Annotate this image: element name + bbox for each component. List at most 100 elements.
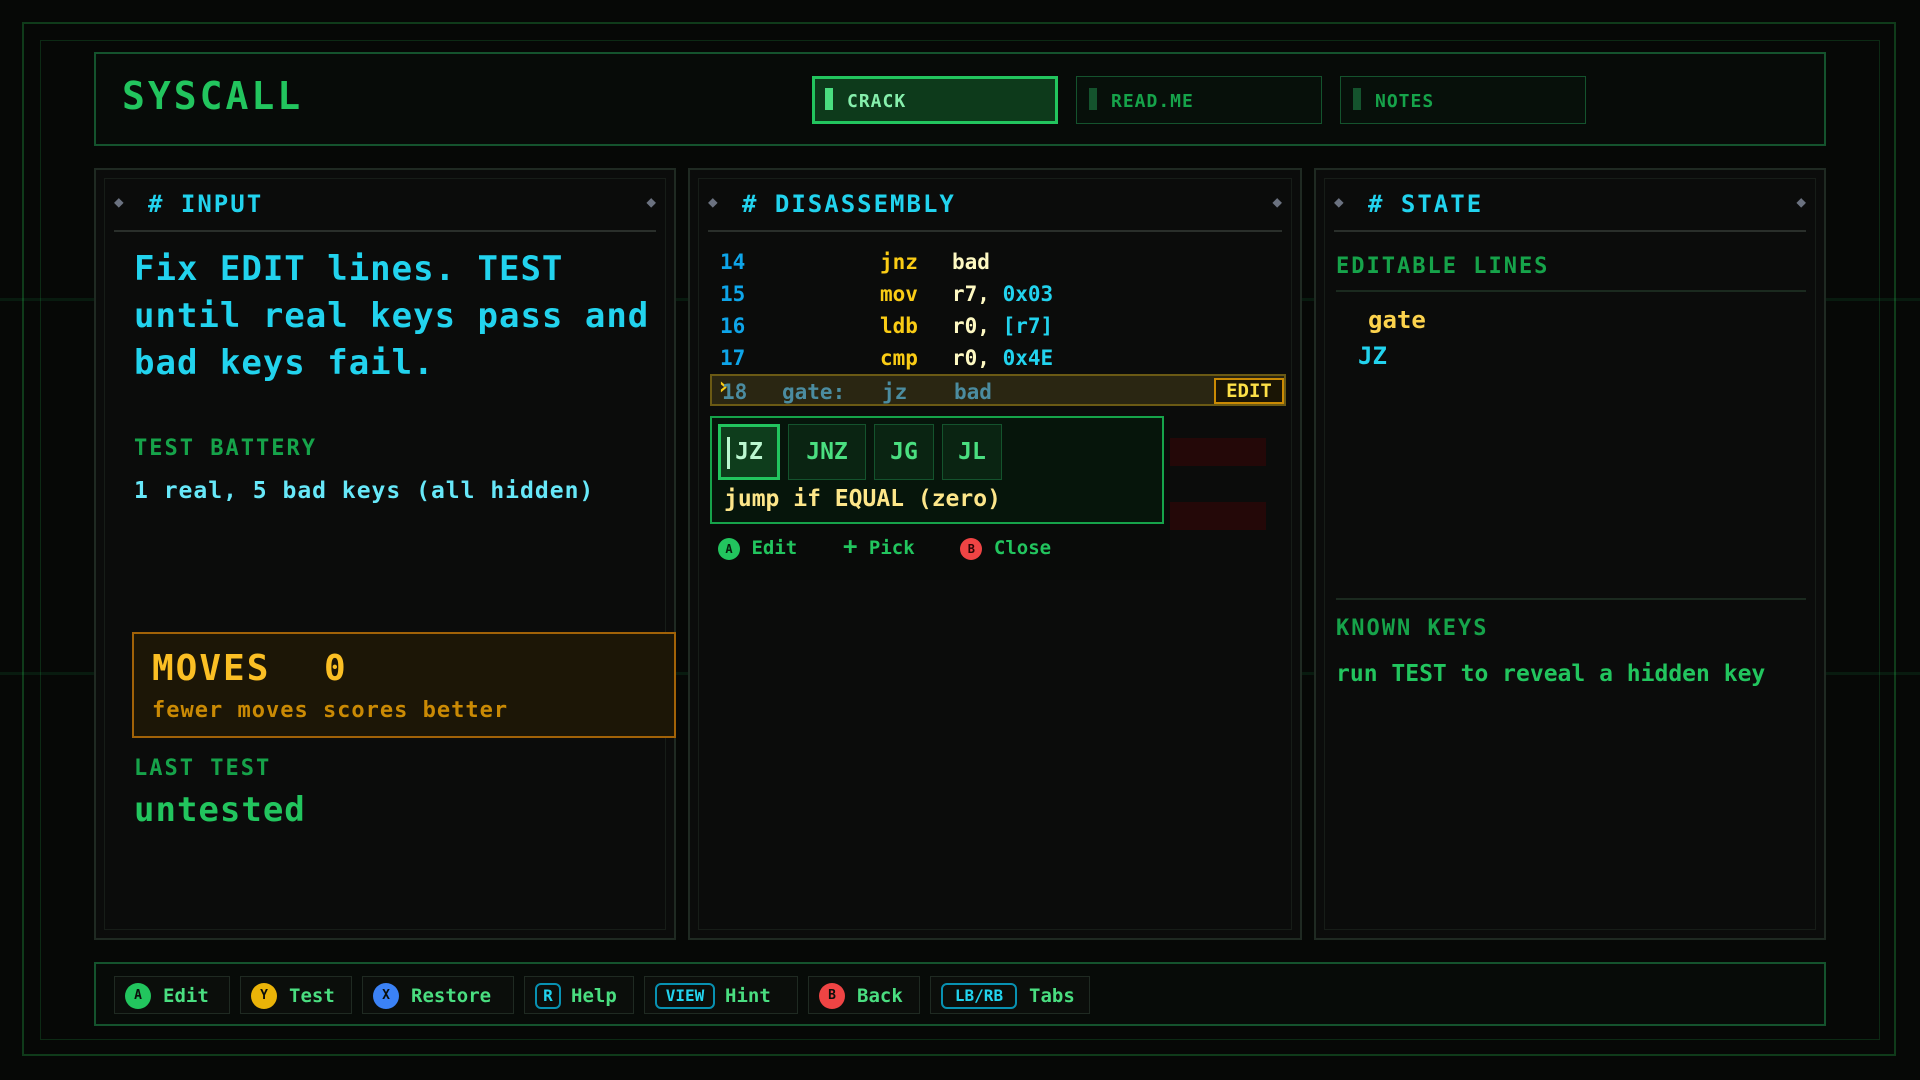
panel-title: # INPUT bbox=[148, 190, 264, 218]
hint-label: Edit bbox=[751, 537, 798, 559]
editable-line-name: gate bbox=[1368, 306, 1426, 334]
tab-crack[interactable]: CRACK bbox=[812, 76, 1058, 124]
diamond-icon: ◆ bbox=[114, 192, 124, 211]
test-control[interactable]: Y Test bbox=[240, 976, 352, 1014]
option-jnz[interactable]: JNZ bbox=[788, 424, 866, 480]
opcode: mov bbox=[880, 282, 918, 306]
asm-line[interactable]: 17 cmp r0, 0x4E bbox=[710, 342, 1270, 374]
line-label: gate: bbox=[782, 380, 846, 404]
last-test-label: LAST TEST bbox=[134, 756, 272, 781]
help-control[interactable]: R Help bbox=[524, 976, 634, 1014]
last-test-value: untested bbox=[134, 790, 306, 830]
divider bbox=[1336, 290, 1806, 292]
panel-header: ◆ # DISASSEMBLY ◆ bbox=[708, 180, 1282, 232]
tab-indicator bbox=[1089, 88, 1097, 110]
control-label: Test bbox=[289, 985, 335, 1007]
tab-readme[interactable]: READ.ME bbox=[1076, 76, 1322, 124]
diamond-icon: ◆ bbox=[1272, 192, 1282, 211]
tab-indicator bbox=[825, 88, 833, 110]
control-label: Edit bbox=[163, 985, 209, 1007]
hidden-line bbox=[1170, 502, 1266, 530]
test-battery-text: 1 real, 5 bad keys (all hidden) bbox=[134, 478, 595, 504]
moves-label: MOVES bbox=[152, 648, 271, 689]
input-panel: ◆ # INPUT ◆ Fix EDIT lines. TEST until r… bbox=[94, 168, 676, 940]
dpad-icon: + bbox=[842, 532, 858, 560]
asm-line-selected[interactable]: › 18 gate: jz bad EDIT bbox=[710, 372, 1286, 406]
tab-label: READ.ME bbox=[1111, 91, 1194, 112]
editable-lines-label: EDITABLE LINES bbox=[1336, 254, 1550, 279]
asm-line[interactable]: 14 jnz bad bbox=[710, 246, 1270, 278]
known-keys-text: run TEST to reveal a hidden key bbox=[1336, 661, 1766, 687]
operand: r7, 0x03 bbox=[952, 282, 1054, 306]
app-title: SYSCALL bbox=[122, 74, 304, 118]
operand: r0, 0x4E bbox=[952, 346, 1054, 370]
hint-control[interactable]: VIEW Hint bbox=[644, 976, 798, 1014]
view-button-icon: VIEW bbox=[655, 983, 715, 1009]
opcode: jz bbox=[882, 380, 908, 404]
control-label: Back bbox=[857, 985, 903, 1007]
y-button-icon: Y bbox=[251, 983, 277, 1009]
line-number: 16 bbox=[720, 314, 746, 338]
b-button-icon: B bbox=[819, 983, 845, 1009]
b-button-icon: B bbox=[960, 537, 983, 560]
line-number: 18 bbox=[722, 380, 748, 404]
opcode: ldb bbox=[880, 314, 918, 338]
diamond-icon: ◆ bbox=[646, 192, 656, 211]
option-jz[interactable]: JZ bbox=[718, 424, 780, 480]
panel-header: ◆ # INPUT ◆ bbox=[114, 180, 656, 232]
editable-line-value: JZ bbox=[1358, 342, 1387, 370]
option-jl[interactable]: JL bbox=[942, 424, 1002, 480]
r-button-icon: R bbox=[535, 983, 561, 1009]
hint-label: Close bbox=[993, 537, 1052, 559]
panel-title: # DISASSEMBLY bbox=[742, 190, 956, 218]
asm-line[interactable]: 16 ldb r0, [r7] bbox=[710, 310, 1270, 342]
panel-title: # STATE bbox=[1368, 190, 1484, 218]
operand: r0, [r7] bbox=[952, 314, 1054, 338]
a-button-icon: A bbox=[718, 537, 740, 560]
moves-value: 0 bbox=[324, 648, 346, 689]
moves-hint: fewer moves scores better bbox=[152, 698, 509, 723]
hidden-line bbox=[1170, 438, 1266, 466]
control-label: Tabs bbox=[1029, 985, 1075, 1007]
state-panel: ◆ # STATE ◆ EDITABLE LINES gate JZ KNOWN… bbox=[1314, 168, 1826, 940]
control-label: Hint bbox=[725, 985, 771, 1007]
controls-bar: A Edit Y Test X Restore R Help VIEW Hint… bbox=[94, 962, 1826, 1026]
top-bar: SYSCALL CRACK READ.ME NOTES bbox=[94, 52, 1826, 146]
instructions-text: Fix EDIT lines. TEST until real keys pas… bbox=[134, 249, 650, 383]
control-label: Restore bbox=[411, 985, 492, 1007]
control-label: Help bbox=[571, 985, 617, 1007]
edit-badge: EDIT bbox=[1214, 378, 1284, 404]
asm-line[interactable]: 15 mov r7, 0x03 bbox=[710, 278, 1270, 310]
tab-indicator bbox=[1353, 88, 1361, 110]
edit-control[interactable]: A Edit bbox=[114, 976, 230, 1014]
line-number: 14 bbox=[720, 250, 746, 274]
tab-notes[interactable]: NOTES bbox=[1340, 76, 1586, 124]
restore-control[interactable]: X Restore bbox=[362, 976, 514, 1014]
disassembly-panel: ◆ # DISASSEMBLY ◆ 14 jnz bad 15 mov r7, … bbox=[688, 168, 1302, 940]
option-jg[interactable]: JG bbox=[874, 424, 934, 480]
x-button-icon: X bbox=[373, 983, 399, 1009]
option-description: jump if EQUAL (zero) bbox=[724, 486, 1001, 512]
opcode: jnz bbox=[880, 250, 918, 274]
moves-box: MOVES 0 fewer moves scores better bbox=[132, 632, 676, 738]
tabs-control[interactable]: LB/RB Tabs bbox=[930, 976, 1090, 1014]
line-number: 15 bbox=[720, 282, 746, 306]
test-battery-label: TEST BATTERY bbox=[134, 436, 317, 461]
opcode-picker: JZ JNZ JG JL jump if EQUAL (zero) A Edit… bbox=[710, 416, 1170, 580]
divider bbox=[1336, 598, 1806, 600]
picker-hints: A Edit + Pick B Close bbox=[718, 532, 1051, 560]
line-number: 17 bbox=[720, 346, 746, 370]
opcode: cmp bbox=[880, 346, 918, 370]
hint-label: Pick bbox=[868, 537, 915, 559]
opcode-options: JZ JNZ JG JL jump if EQUAL (zero) bbox=[710, 416, 1164, 524]
diamond-icon: ◆ bbox=[708, 192, 718, 211]
diamond-icon: ◆ bbox=[1334, 192, 1344, 211]
back-control[interactable]: B Back bbox=[808, 976, 920, 1014]
panel-header: ◆ # STATE ◆ bbox=[1334, 180, 1806, 232]
tab-label: CRACK bbox=[847, 91, 907, 112]
operand: bad bbox=[954, 380, 992, 404]
known-keys-label: KNOWN KEYS bbox=[1336, 616, 1489, 641]
tab-label: NOTES bbox=[1375, 91, 1435, 112]
cursor-caret bbox=[727, 437, 730, 469]
bumper-buttons-icon: LB/RB bbox=[941, 983, 1017, 1009]
